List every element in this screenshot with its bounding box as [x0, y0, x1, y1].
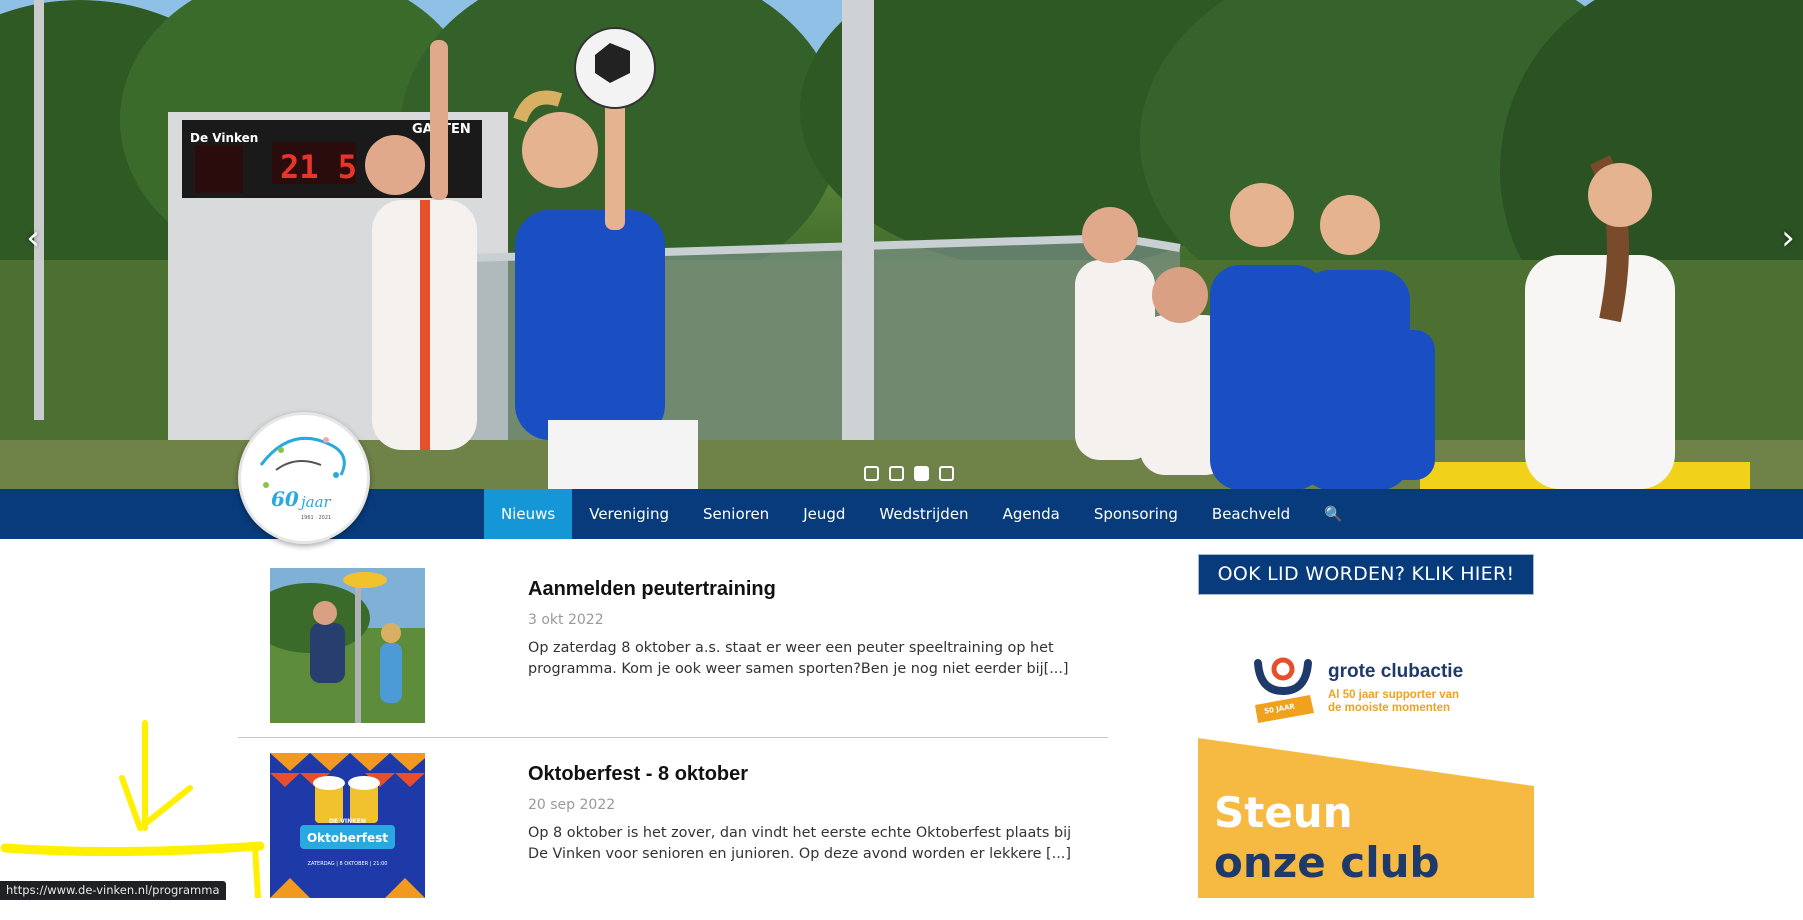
- article-date: 20 sep 2022: [528, 797, 616, 813]
- scoreboard-home-label: De Vinken: [190, 131, 258, 145]
- nav-items: Nieuws Vereniging Senioren Jeugd Wedstri…: [484, 489, 1360, 539]
- nav-item-agenda[interactable]: Agenda: [986, 489, 1077, 539]
- link-status-bar: https://www.de-vinken.nl/programma: [0, 881, 226, 900]
- logo-years: 1961 · 2021: [301, 515, 332, 521]
- nav-item-beachveld[interactable]: Beachveld: [1195, 489, 1307, 539]
- article-excerpt: Op 8 oktober is het zover, dan vindt het…: [528, 823, 1088, 865]
- poster-title: Oktoberfest: [307, 831, 388, 845]
- carousel-dot-4[interactable]: [939, 466, 954, 481]
- article-divider: [238, 737, 1108, 738]
- article-thumbnail[interactable]: [270, 568, 425, 723]
- logo-word: jaar: [301, 493, 331, 511]
- steun-line-2: onze club: [1214, 838, 1440, 887]
- club-logo[interactable]: 60 jaar 1961 · 2021: [238, 412, 370, 544]
- nav-item-nieuws[interactable]: Nieuws: [484, 489, 573, 539]
- article-oktoberfest: DE VINKEN Oktoberfest ZATERDAG | 8 OKTOB…: [238, 753, 1108, 903]
- poster-date: ZATERDAG | 8 OKTOBER | 21:00: [308, 861, 388, 867]
- carousel-next-arrow[interactable]: ›: [1773, 218, 1803, 258]
- carousel-dot-1[interactable]: [864, 466, 879, 481]
- article-date: 3 okt 2022: [528, 612, 604, 628]
- nav-item-vereniging[interactable]: Vereniging: [572, 489, 686, 539]
- thumbnail-image: [270, 568, 425, 723]
- page: De Vinken GASTEN 21 5: [0, 0, 1803, 920]
- excerpt-text: Op zaterdag 8 oktober a.s. staat er weer…: [528, 640, 1054, 677]
- logo-number: 60: [271, 487, 299, 511]
- poster-brand: DE VINKEN: [329, 818, 366, 825]
- carousel-dot-2[interactable]: [889, 466, 904, 481]
- nav-item-wedstrijden[interactable]: Wedstrijden: [862, 489, 985, 539]
- gca-subtitle: Al 50 jaar supporter van de mooiste mome…: [1328, 689, 1459, 715]
- nav-item-sponsoring[interactable]: Sponsoring: [1077, 489, 1195, 539]
- steun-line-1: Steun: [1214, 788, 1353, 837]
- gca-title: grote clubactie: [1328, 661, 1464, 682]
- article-excerpt: Op zaterdag 8 oktober a.s. staat er weer…: [528, 638, 1088, 680]
- gca-subtitle-line-1: Al 50 jaar supporter van: [1328, 689, 1460, 701]
- article-title[interactable]: Aanmelden peutertraining: [528, 578, 776, 601]
- scoreboard-score: 21 5: [280, 148, 357, 186]
- grote-clubactie-banner[interactable]: 50 JAAR grote clubactie Al 50 jaar suppo…: [1250, 655, 1500, 725]
- excerpt-text: Op 8 oktober is het zover, dan vindt het…: [528, 825, 1072, 862]
- grote-clubactie-logo-icon: [1254, 657, 1314, 723]
- article-title[interactable]: Oktoberfest - 8 oktober: [528, 763, 748, 786]
- ball: [574, 27, 656, 109]
- carousel-prev-arrow[interactable]: ‹: [18, 218, 48, 258]
- oktoberfest-poster: DE VINKEN Oktoberfest ZATERDAG | 8 OKTOB…: [270, 753, 425, 898]
- nav-item-jeugd[interactable]: Jeugd: [786, 489, 862, 539]
- read-more-link[interactable]: [...]: [1044, 661, 1069, 677]
- gca-subtitle-line-2: de mooiste momenten: [1328, 702, 1451, 714]
- carousel-dot-3[interactable]: [914, 466, 929, 481]
- read-more-link[interactable]: [...]: [1046, 846, 1071, 862]
- steun-onze-club-banner[interactable]: Steun onze club: [1198, 738, 1534, 898]
- logo-bird-icon: [259, 436, 346, 488]
- search-icon[interactable]: 🔍: [1307, 489, 1360, 539]
- carousel-indicators: [864, 466, 954, 481]
- yellow-arrow-annotation: [0, 720, 265, 898]
- nav-item-senioren[interactable]: Senioren: [686, 489, 786, 539]
- article-peutertraining: Aanmelden peutertraining 3 okt 2022 Op z…: [238, 568, 1108, 728]
- become-member-button[interactable]: OOK LID WORDEN? KLIK HIER!: [1198, 554, 1534, 595]
- article-thumbnail[interactable]: DE VINKEN Oktoberfest ZATERDAG | 8 OKTOB…: [270, 753, 425, 898]
